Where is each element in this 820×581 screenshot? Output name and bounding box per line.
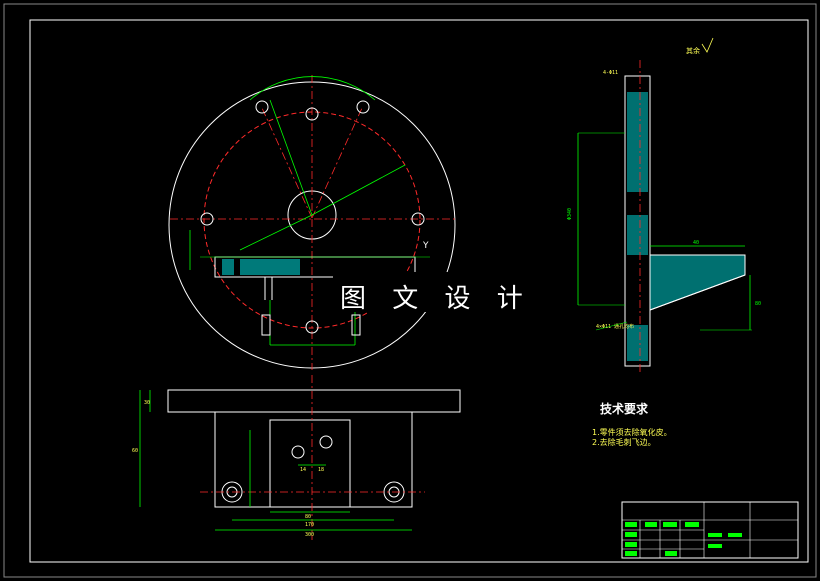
dim-base-width: 300 — [305, 532, 314, 538]
watermark-text: 图 文 设 计 — [340, 284, 532, 314]
svg-text:Y: Y — [422, 241, 429, 251]
note-holes-2: 4×Φ11 通孔均布 — [596, 323, 634, 330]
dim-plate-thickness: 30 — [144, 400, 150, 406]
roughness-note: 其余 — [686, 47, 700, 55]
note-holes: 4-Φ11 — [603, 70, 618, 76]
dim-side-main: Φ340 — [567, 208, 573, 220]
technical-requirements-title: 技术要求 — [600, 402, 649, 416]
dim-bore-spacing: 14 — [300, 467, 306, 473]
front-view: Y — [168, 75, 456, 370]
side-section-view: Φ340 40 80 4-Φ11 4×Φ11 通孔均布 — [567, 37, 761, 375]
base-view: 300 170 80 14 18 30 60 — [132, 375, 461, 540]
dim-side-rib: 40 — [693, 240, 699, 246]
technical-requirement-2: 2.去除毛刺飞边。 — [592, 438, 656, 447]
dim-side-web: 80 — [755, 301, 761, 307]
title-block — [621, 501, 799, 559]
dim-base-mid: 80 — [305, 514, 311, 520]
dim-base-inner: 170 — [305, 522, 314, 528]
dim-base-height: 60 — [132, 448, 138, 454]
dim-bore-spacing-2: 18 — [318, 467, 324, 473]
